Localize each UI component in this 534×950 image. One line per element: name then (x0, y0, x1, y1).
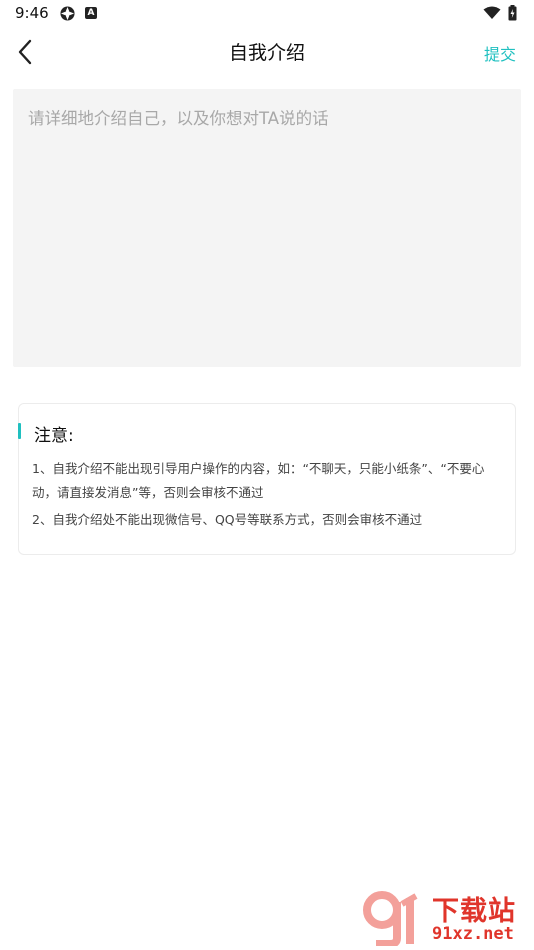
page-title: 自我介绍 (228, 42, 305, 64)
notice-item-2: 2、自我介绍处不能出现微信号、QQ号等联系方式，否则会审核不通过 (32, 512, 423, 527)
submit-button[interactable]: 提交 (484, 41, 516, 65)
a-notification-icon: A (85, 7, 97, 19)
status-bar: 9:46 A (0, 0, 534, 28)
watermark-text: 下载站 (432, 896, 516, 927)
notice-card: 注意: 1、自我介绍不能出现引导用户操作的内容，如：“不聊天，只能小纸条”、“不… (18, 403, 516, 555)
notice-item-1: 1、自我介绍不能出现引导用户操作的内容，如：“不聊天，只能小纸条”、“不要心动，… (32, 461, 485, 500)
watermark: 下载站 91xz.net (362, 888, 532, 948)
watermark-url: 91xz.net (432, 924, 514, 944)
notice-accent-bar (18, 423, 21, 439)
watermark-logo-icon (363, 891, 418, 946)
app-notification-icon (60, 6, 75, 21)
notice-title: 注意: (34, 426, 74, 446)
battery-icon (508, 5, 517, 21)
intro-textarea[interactable] (13, 89, 521, 367)
wifi-icon (483, 6, 501, 19)
status-time: 9:46 (15, 4, 49, 22)
header: 自我介绍 提交 (0, 28, 534, 76)
